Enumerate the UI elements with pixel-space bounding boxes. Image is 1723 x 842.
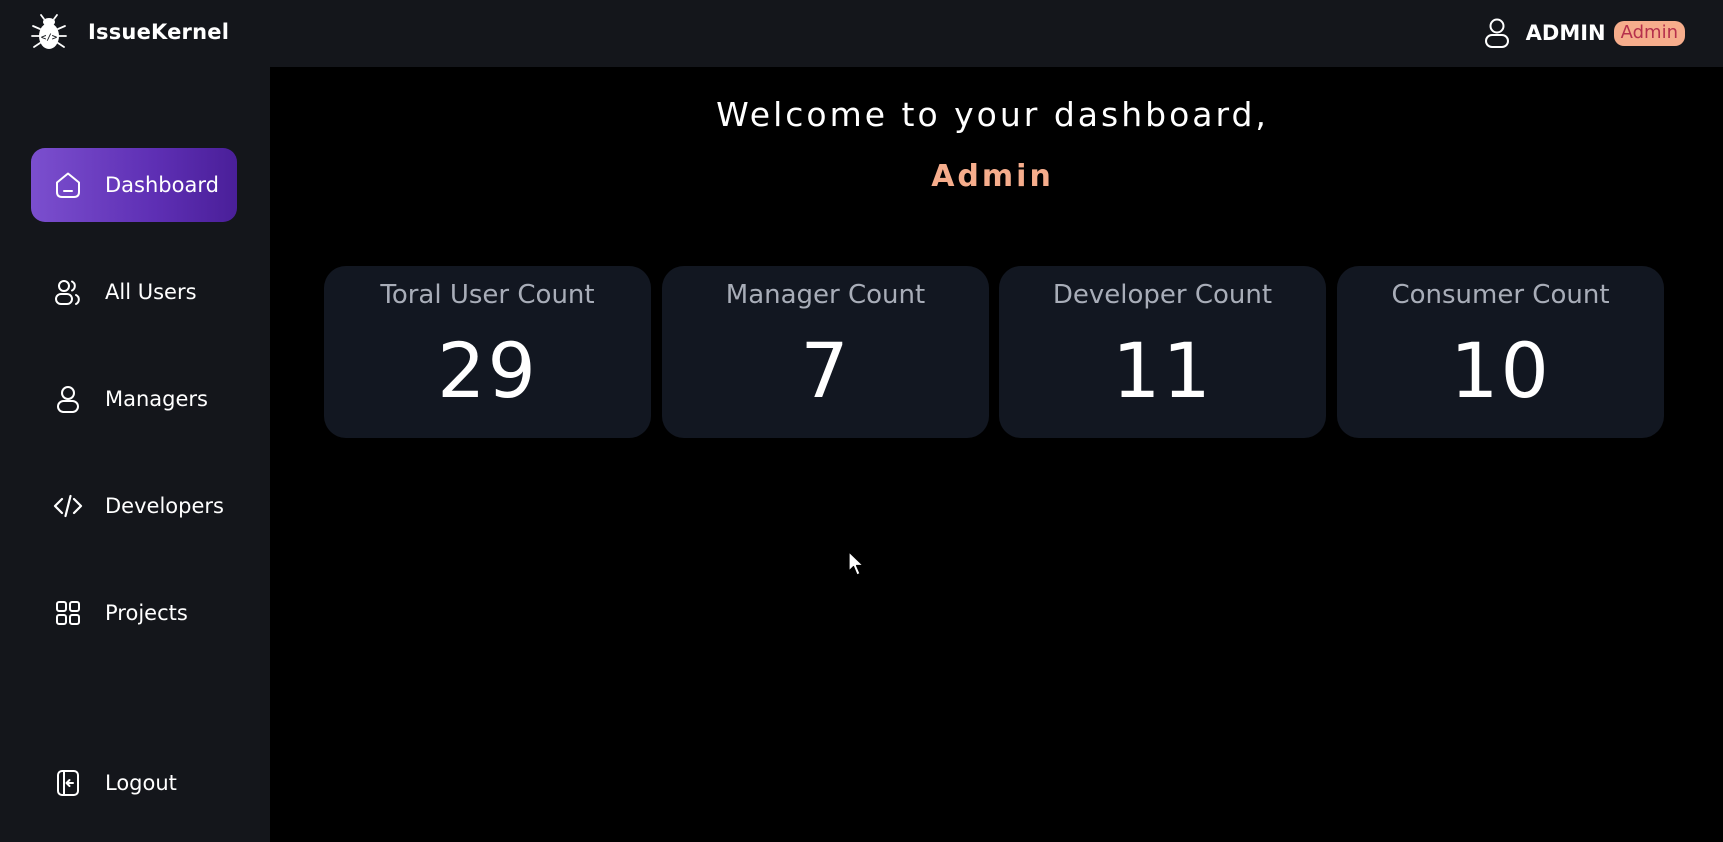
card-title: Manager Count: [725, 280, 926, 310]
sidebar-item-label: Managers: [105, 387, 208, 411]
logout-icon: [57, 770, 79, 796]
sidebar-item-label: Dashboard: [105, 173, 219, 197]
card-title: Toral User Count: [380, 280, 595, 310]
sidebar-item-label: All Users: [105, 280, 197, 304]
user-icon: [57, 386, 79, 413]
stats-cards: Toral User Count 29 Manager Count 7 Deve…: [324, 266, 1664, 438]
user-name: ADMIN: [1525, 21, 1606, 45]
card-value: 7: [800, 326, 851, 415]
svg-text:</>: </>: [41, 33, 58, 43]
grid-icon: [56, 601, 80, 625]
brand[interactable]: </> IssueKernel: [30, 12, 229, 52]
stat-card-managers: Manager Count 7: [662, 266, 989, 438]
home-icon: [56, 172, 80, 198]
sidebar-item-logout[interactable]: Logout: [31, 746, 237, 820]
card-value: 10: [1450, 326, 1551, 415]
role-badge: Admin: [1613, 20, 1685, 46]
sidebar-item-dashboard[interactable]: Dashboard: [31, 148, 237, 222]
welcome-heading: Welcome to your dashboard,: [716, 95, 1269, 134]
code-icon: [53, 494, 83, 518]
sidebar-item-managers[interactable]: Managers: [31, 362, 237, 436]
stat-card-developers: Developer Count 11: [999, 266, 1326, 438]
card-value: 11: [1112, 326, 1213, 415]
sidebar-item-developers[interactable]: Developers: [31, 469, 237, 543]
users-icon: [55, 280, 80, 305]
mouse-cursor-icon: [848, 551, 864, 576]
sidebar: Dashboard All Users Managers Developers …: [0, 67, 270, 842]
card-title: Consumer Count: [1391, 280, 1610, 310]
app-name: IssueKernel: [88, 20, 230, 44]
bug-icon: </>: [31, 14, 67, 49]
stat-card-consumers: Consumer Count 10: [1337, 266, 1664, 438]
user-menu[interactable]: ADMIN Admin: [1482, 16, 1685, 50]
card-title: Developer Count: [1052, 280, 1273, 310]
user-icon: [1484, 18, 1509, 48]
main-content: Welcome to your dashboard, Admin Toral U…: [270, 67, 1723, 842]
stat-card-total-users: Toral User Count 29: [324, 266, 651, 438]
sidebar-item-all-users[interactable]: All Users: [31, 255, 237, 329]
sidebar-item-label: Projects: [105, 601, 188, 625]
sidebar-item-projects[interactable]: Projects: [31, 576, 237, 650]
welcome-user-name: Admin: [931, 159, 1054, 194]
card-value: 29: [437, 326, 538, 415]
sidebar-item-label: Developers: [105, 494, 224, 518]
top-bar: </> IssueKernel ADMIN Admin: [0, 0, 1723, 67]
logout-label: Logout: [105, 771, 177, 795]
